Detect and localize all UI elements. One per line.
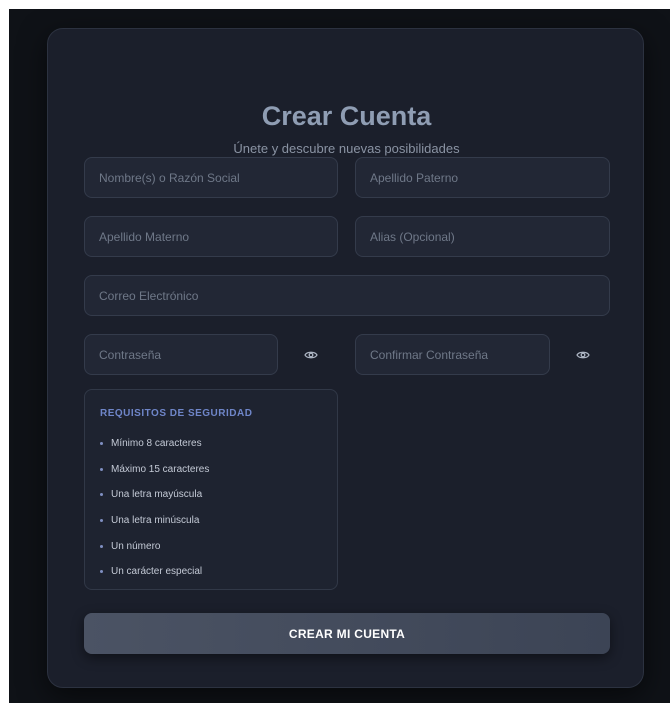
requirement-item: Una letra minúscula — [100, 508, 209, 534]
first-name-input[interactable] — [84, 157, 338, 198]
requirement-item: Una letra mayúscula — [100, 482, 209, 508]
bullet-icon — [100, 570, 103, 574]
alias-input[interactable] — [355, 216, 610, 257]
bullet-icon — [100, 519, 103, 523]
maternal-surname-input[interactable] — [84, 216, 338, 257]
register-card: Crear Cuenta Únete y descubre nuevas pos… — [47, 28, 644, 688]
requirement-text: Un número — [111, 540, 161, 552]
bullet-icon — [100, 493, 103, 497]
requirement-text: Una letra minúscula — [111, 515, 200, 527]
password-visibility-toggle[interactable] — [300, 344, 322, 366]
eye-icon — [304, 351, 318, 359]
requirement-text: Mínimo 8 caracteres — [111, 438, 202, 450]
page-subtitle: Únete y descubre nuevas posibilidades — [233, 141, 460, 156]
confirm-password-input[interactable] — [355, 334, 550, 375]
create-account-button[interactable]: CREAR MI CUENTA — [84, 613, 610, 654]
password-input[interactable] — [84, 334, 278, 375]
requirement-item: Máximo 15 caracteres — [100, 457, 209, 483]
confirm-password-visibility-toggle[interactable] — [572, 344, 594, 366]
requirements-title: REQUISITOS DE SEGURIDAD — [100, 408, 253, 419]
paternal-surname-input[interactable] — [355, 157, 610, 198]
requirements-list: Mínimo 8 caracteres Máximo 15 caracteres… — [100, 431, 209, 585]
bullet-icon — [100, 442, 103, 446]
requirement-text: Un carácter especial — [111, 566, 203, 578]
requirement-item: Un carácter especial — [100, 559, 209, 585]
requirement-item: Mínimo 8 caracteres — [100, 431, 209, 457]
page-title: Crear Cuenta — [261, 101, 432, 131]
eye-icon — [576, 351, 590, 359]
requirement-text: Una letra mayúscula — [111, 489, 203, 501]
requirement-item: Un número — [100, 533, 209, 559]
email-input[interactable] — [84, 275, 610, 316]
bullet-icon — [100, 467, 103, 471]
requirement-text: Máximo 15 caracteres — [111, 463, 210, 475]
password-requirements-panel: REQUISITOS DE SEGURIDAD Mínimo 8 caracte… — [84, 389, 338, 590]
bullet-icon — [100, 544, 103, 548]
